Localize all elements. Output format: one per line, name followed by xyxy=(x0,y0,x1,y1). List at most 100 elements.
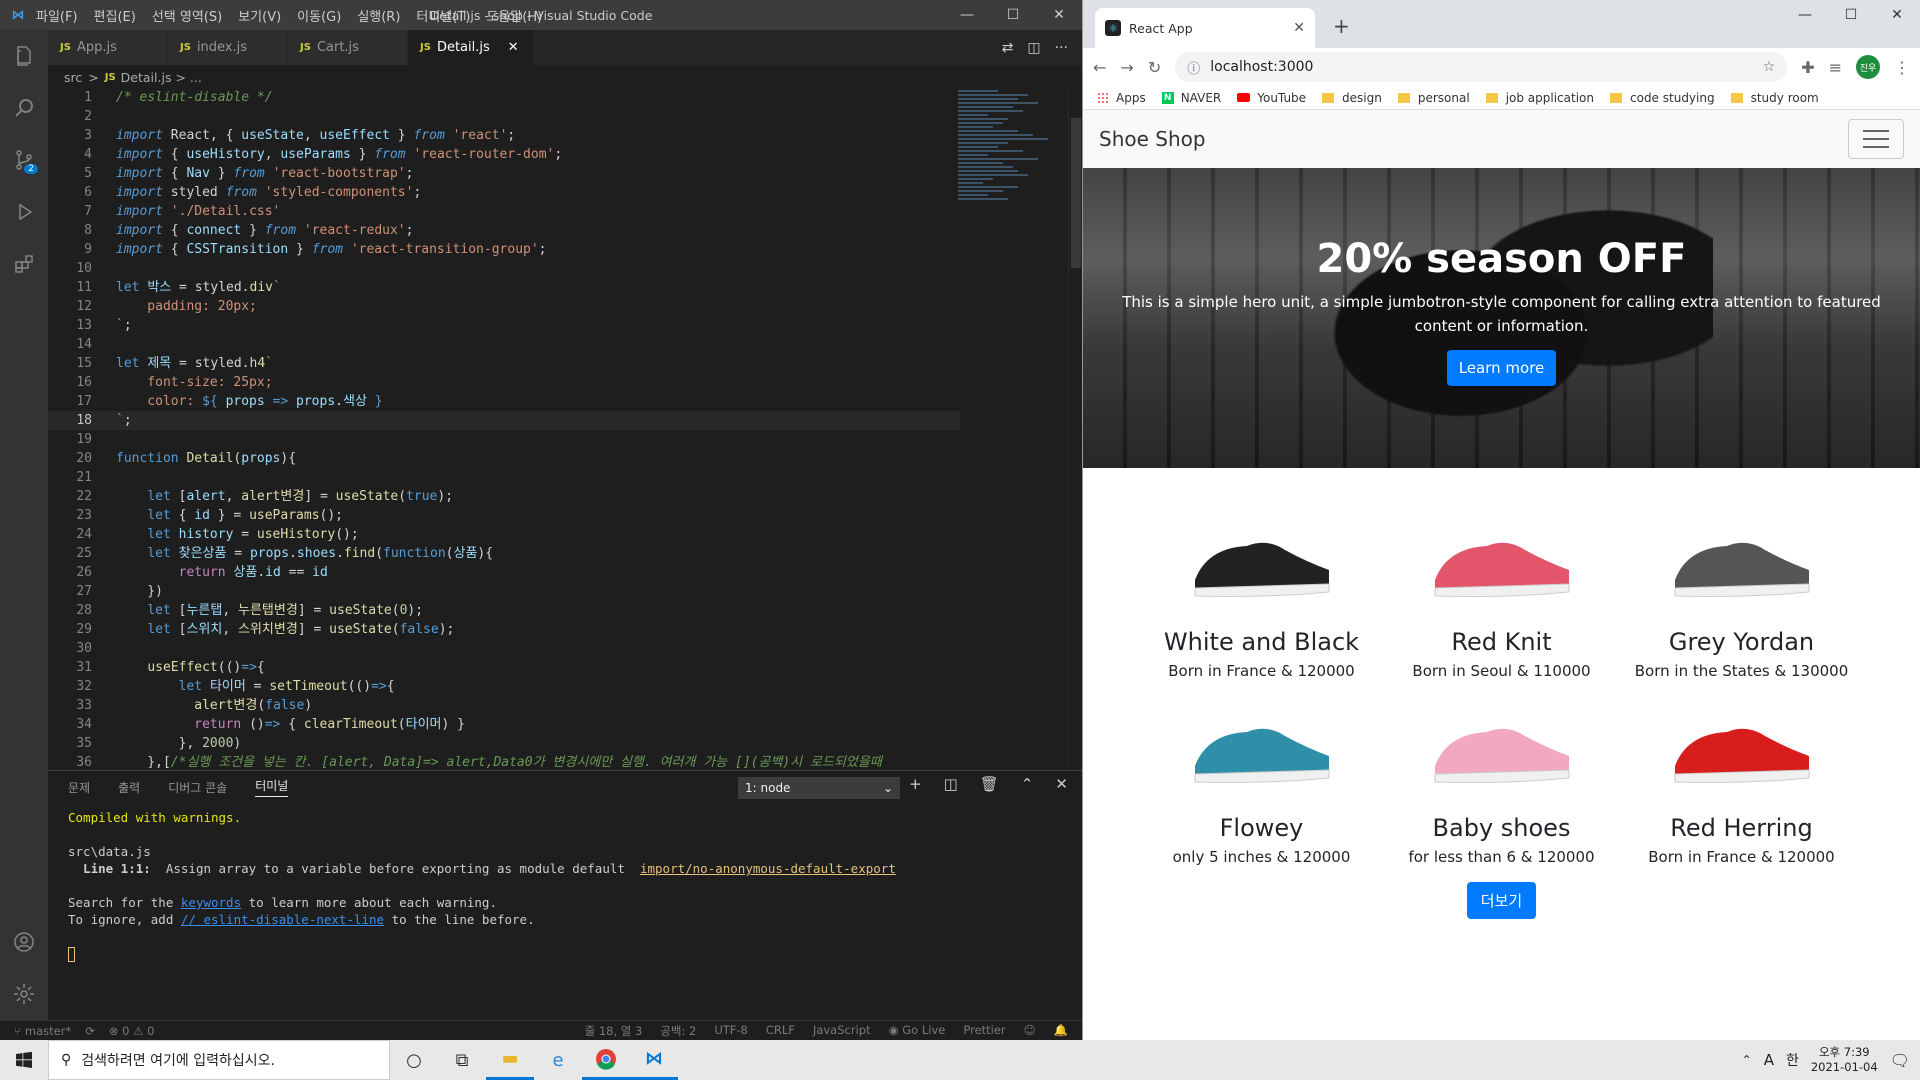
bookmark-item[interactable]: Apps xyxy=(1097,91,1146,105)
terminal-select[interactable]: 1: node ⌄ xyxy=(738,777,900,799)
tray-expand-icon[interactable]: ⌃ xyxy=(1742,1053,1752,1067)
editor-scrollbar[interactable] xyxy=(1068,88,1082,768)
split-editor-icon[interactable]: ◫ xyxy=(1027,40,1040,56)
browser-close-button[interactable]: ✕ xyxy=(1874,0,1920,30)
minimize-button[interactable]: — xyxy=(944,0,990,30)
minimap[interactable] xyxy=(958,88,1068,348)
product-card[interactable]: Red Herring Born in France & 120000 xyxy=(1622,694,1862,866)
bookmark-item[interactable]: job application xyxy=(1485,91,1594,105)
edge-icon[interactable]: e xyxy=(534,1040,582,1080)
reload-icon[interactable]: ↻ xyxy=(1148,58,1161,77)
notifications-bell-icon[interactable]: 🔔 xyxy=(1054,1023,1068,1039)
status-position[interactable]: 줄 18, 열 3 xyxy=(585,1023,643,1039)
product-card[interactable]: Red Knit Born in Seoul & 110000 xyxy=(1382,508,1622,680)
maximize-panel-icon[interactable]: ⌃ xyxy=(1021,775,1034,793)
navbar-toggler-hamburger-icon[interactable] xyxy=(1848,119,1904,159)
status-prettier[interactable]: Prettier xyxy=(963,1023,1005,1039)
terminal-ignore-link[interactable]: // eslint-disable-next-line xyxy=(181,912,384,927)
bookmark-item[interactable]: study room xyxy=(1730,91,1819,105)
explorer-icon[interactable] xyxy=(0,30,48,82)
split-terminal-icon[interactable]: ◫ xyxy=(944,775,958,793)
status-eol[interactable]: CRLF xyxy=(766,1023,795,1039)
panel-tab[interactable]: 터미널 xyxy=(255,777,289,797)
vscode-taskbar-icon[interactable]: ⋈ xyxy=(630,1040,678,1080)
search-icon[interactable] xyxy=(0,82,48,134)
forward-arrow-icon[interactable]: → xyxy=(1120,58,1133,77)
address-bar[interactable]: ⓘ localhost:3000 ☆ xyxy=(1175,52,1788,82)
ime-indicator[interactable]: A xyxy=(1764,1051,1774,1069)
bookmark-item[interactable]: N NAVER xyxy=(1161,91,1221,105)
taskbar-search[interactable]: ⚲ 검색하려면 여기에 입력하십시오. xyxy=(48,1040,390,1080)
more-actions-icon[interactable]: ··· xyxy=(1055,40,1068,56)
browser-tab[interactable]: ⚛ React App ✕ xyxy=(1095,8,1315,48)
tab-close-icon[interactable]: ✕ xyxy=(508,40,519,55)
panel-tab[interactable]: 디버그 콘솔 xyxy=(168,779,227,796)
new-terminal-icon[interactable]: + xyxy=(909,775,922,793)
extensions-icon[interactable] xyxy=(0,238,48,290)
panel-tab[interactable]: 문제 xyxy=(68,779,90,796)
menu-item[interactable]: 파일(F) xyxy=(36,10,78,25)
learn-more-button[interactable]: Learn more xyxy=(1446,350,1557,386)
feedback-icon[interactable]: ☺ xyxy=(1024,1023,1036,1039)
maximize-button[interactable]: ☐ xyxy=(990,0,1036,30)
task-view-icon[interactable]: ⧉ xyxy=(438,1040,486,1080)
status-spaces[interactable]: 공백: 2 xyxy=(660,1023,696,1039)
new-tab-button[interactable]: + xyxy=(1333,14,1350,38)
menu-item[interactable]: 보기(V) xyxy=(238,10,281,25)
browser-maximize-button[interactable]: ☐ xyxy=(1828,0,1874,30)
windows-start-icon[interactable] xyxy=(0,1052,48,1068)
scrollbar-thumb[interactable] xyxy=(1071,118,1081,268)
navbar-brand[interactable]: Shoe Shop xyxy=(1099,127,1206,151)
extensions-puzzle-icon[interactable]: ✚ xyxy=(1801,58,1814,77)
notification-center-icon[interactable]: 🗨 xyxy=(1890,1051,1910,1070)
bookmark-item[interactable]: code studying xyxy=(1610,91,1715,105)
breadcrumb-folder[interactable]: src xyxy=(64,70,82,85)
clock[interactable]: 오후 7:39 2021-01-04 xyxy=(1811,1045,1878,1075)
menu-item[interactable]: 이동(G) xyxy=(297,10,341,25)
info-icon[interactable]: ⓘ xyxy=(1187,58,1200,77)
menu-item[interactable]: 편집(E) xyxy=(94,10,136,25)
chrome-icon[interactable] xyxy=(582,1040,630,1080)
menu-item[interactable]: 터미널(T) xyxy=(416,10,470,25)
editor-tab[interactable]: JS index.js xyxy=(168,30,288,65)
menu-item[interactable]: 실행(R) xyxy=(357,10,400,25)
status-branch[interactable]: master* xyxy=(25,1024,71,1038)
terminal-keywords-link[interactable]: keywords xyxy=(181,895,241,910)
menu-item[interactable]: 선택 영역(S) xyxy=(152,10,222,25)
browser-minimize-button[interactable]: — xyxy=(1782,0,1828,30)
status-problems[interactable]: ⊗ 0 ⚠ 0 xyxy=(109,1024,155,1038)
chrome-menu-icon[interactable]: ⋮ xyxy=(1894,58,1910,77)
status-golive[interactable]: ◉ Go Live xyxy=(889,1023,946,1039)
more-button[interactable]: 더보기 xyxy=(1466,882,1537,919)
account-icon[interactable] xyxy=(0,916,48,968)
product-card[interactable]: Baby shoes for less than 6 & 120000 xyxy=(1382,694,1622,866)
tab-close-icon[interactable]: ✕ xyxy=(1293,20,1305,36)
editor-tab[interactable]: JS Cart.js xyxy=(288,30,408,65)
cortana-icon[interactable]: ○ xyxy=(390,1040,438,1080)
ime-korean-indicator[interactable]: 한 xyxy=(1786,1050,1799,1070)
bookmark-star-icon[interactable]: ☆ xyxy=(1763,59,1776,75)
profile-avatar[interactable]: 진우 xyxy=(1856,55,1880,79)
sync-icon[interactable]: ⟳ xyxy=(85,1024,95,1038)
close-button[interactable]: ✕ xyxy=(1036,0,1082,30)
reading-list-icon[interactable]: ≡ xyxy=(1829,58,1842,77)
menu-item[interactable]: 도움말(H) xyxy=(486,10,542,25)
product-card[interactable]: Flowey only 5 inches & 120000 xyxy=(1142,694,1382,866)
editor-tab[interactable]: JS App.js xyxy=(48,30,168,65)
status-encoding[interactable]: UTF-8 xyxy=(714,1023,748,1039)
bookmark-item[interactable]: personal xyxy=(1397,91,1470,105)
close-panel-icon[interactable]: ✕ xyxy=(1055,775,1068,793)
product-card[interactable]: Grey Yordan Born in the States & 130000 xyxy=(1622,508,1862,680)
settings-gear-icon[interactable] xyxy=(0,968,48,1020)
status-language[interactable]: JavaScript xyxy=(813,1023,871,1039)
terminal-warn-rule[interactable]: import/no-anonymous-default-export xyxy=(640,861,896,876)
editor-tab[interactable]: JS Detail.js ✕ xyxy=(408,30,534,65)
code-editor[interactable]: 1/* eslint-disable */ 2 3 import React, {… xyxy=(48,88,960,768)
compare-changes-icon[interactable]: ⇄ xyxy=(1002,40,1014,56)
terminal-output[interactable]: Compiled with warnings. src\data.js Line… xyxy=(48,803,1082,968)
bookmark-item[interactable]: YouTube xyxy=(1237,91,1306,105)
panel-tab[interactable]: 출력 xyxy=(118,779,140,796)
file-explorer-icon[interactable]: ▬ xyxy=(486,1040,534,1080)
run-debug-icon[interactable] xyxy=(0,186,48,238)
source-control-icon[interactable]: 2 xyxy=(0,134,48,186)
